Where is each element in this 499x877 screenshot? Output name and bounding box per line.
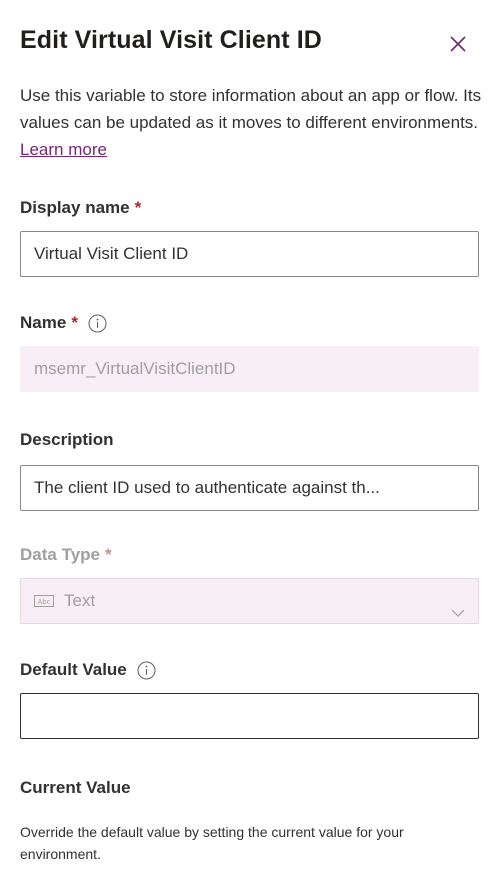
name-label: Name * (20, 313, 107, 333)
display-name-label-text: Display name (20, 198, 130, 217)
required-marker: * (134, 198, 142, 217)
data-type-select: Abc Text (20, 578, 479, 624)
default-value-label-text: Default Value (20, 660, 127, 679)
data-type-label-text: Data Type (20, 545, 100, 564)
default-value-input[interactable] (20, 693, 479, 739)
name-field: msemr_VirtualVisitClientID (20, 346, 479, 392)
display-name-input[interactable] (20, 231, 479, 277)
panel-description: Use this variable to store information a… (20, 82, 485, 163)
current-value-title: Current Value (20, 778, 131, 797)
description-label-text: Description (20, 430, 114, 449)
edit-variable-panel: Edit Virtual Visit Client ID Use this va… (0, 0, 499, 877)
text-type-icon: Abc (34, 580, 54, 623)
info-icon[interactable] (137, 661, 156, 680)
close-icon (450, 36, 466, 52)
display-name-label: Display name * (20, 198, 141, 218)
required-marker: * (105, 545, 112, 564)
description-label: Description (20, 430, 114, 450)
learn-more-link[interactable]: Learn more (20, 140, 107, 159)
default-value-label: Default Value (20, 660, 156, 680)
close-button[interactable] (446, 32, 470, 56)
chevron-down-icon (450, 594, 466, 623)
description-input[interactable]: The client ID used to authenticate again… (20, 465, 479, 511)
current-value-help: Override the default value by setting th… (20, 824, 404, 862)
required-marker: * (71, 313, 78, 332)
intro-text: Use this variable to store information a… (20, 86, 482, 132)
svg-text:Abc: Abc (37, 598, 50, 606)
name-label-text: Name (20, 313, 67, 332)
info-icon[interactable] (88, 314, 107, 333)
data-type-label: Data Type * (20, 545, 112, 565)
panel-title: Edit Virtual Visit Client ID (20, 26, 322, 54)
data-type-value: Text (64, 591, 96, 610)
